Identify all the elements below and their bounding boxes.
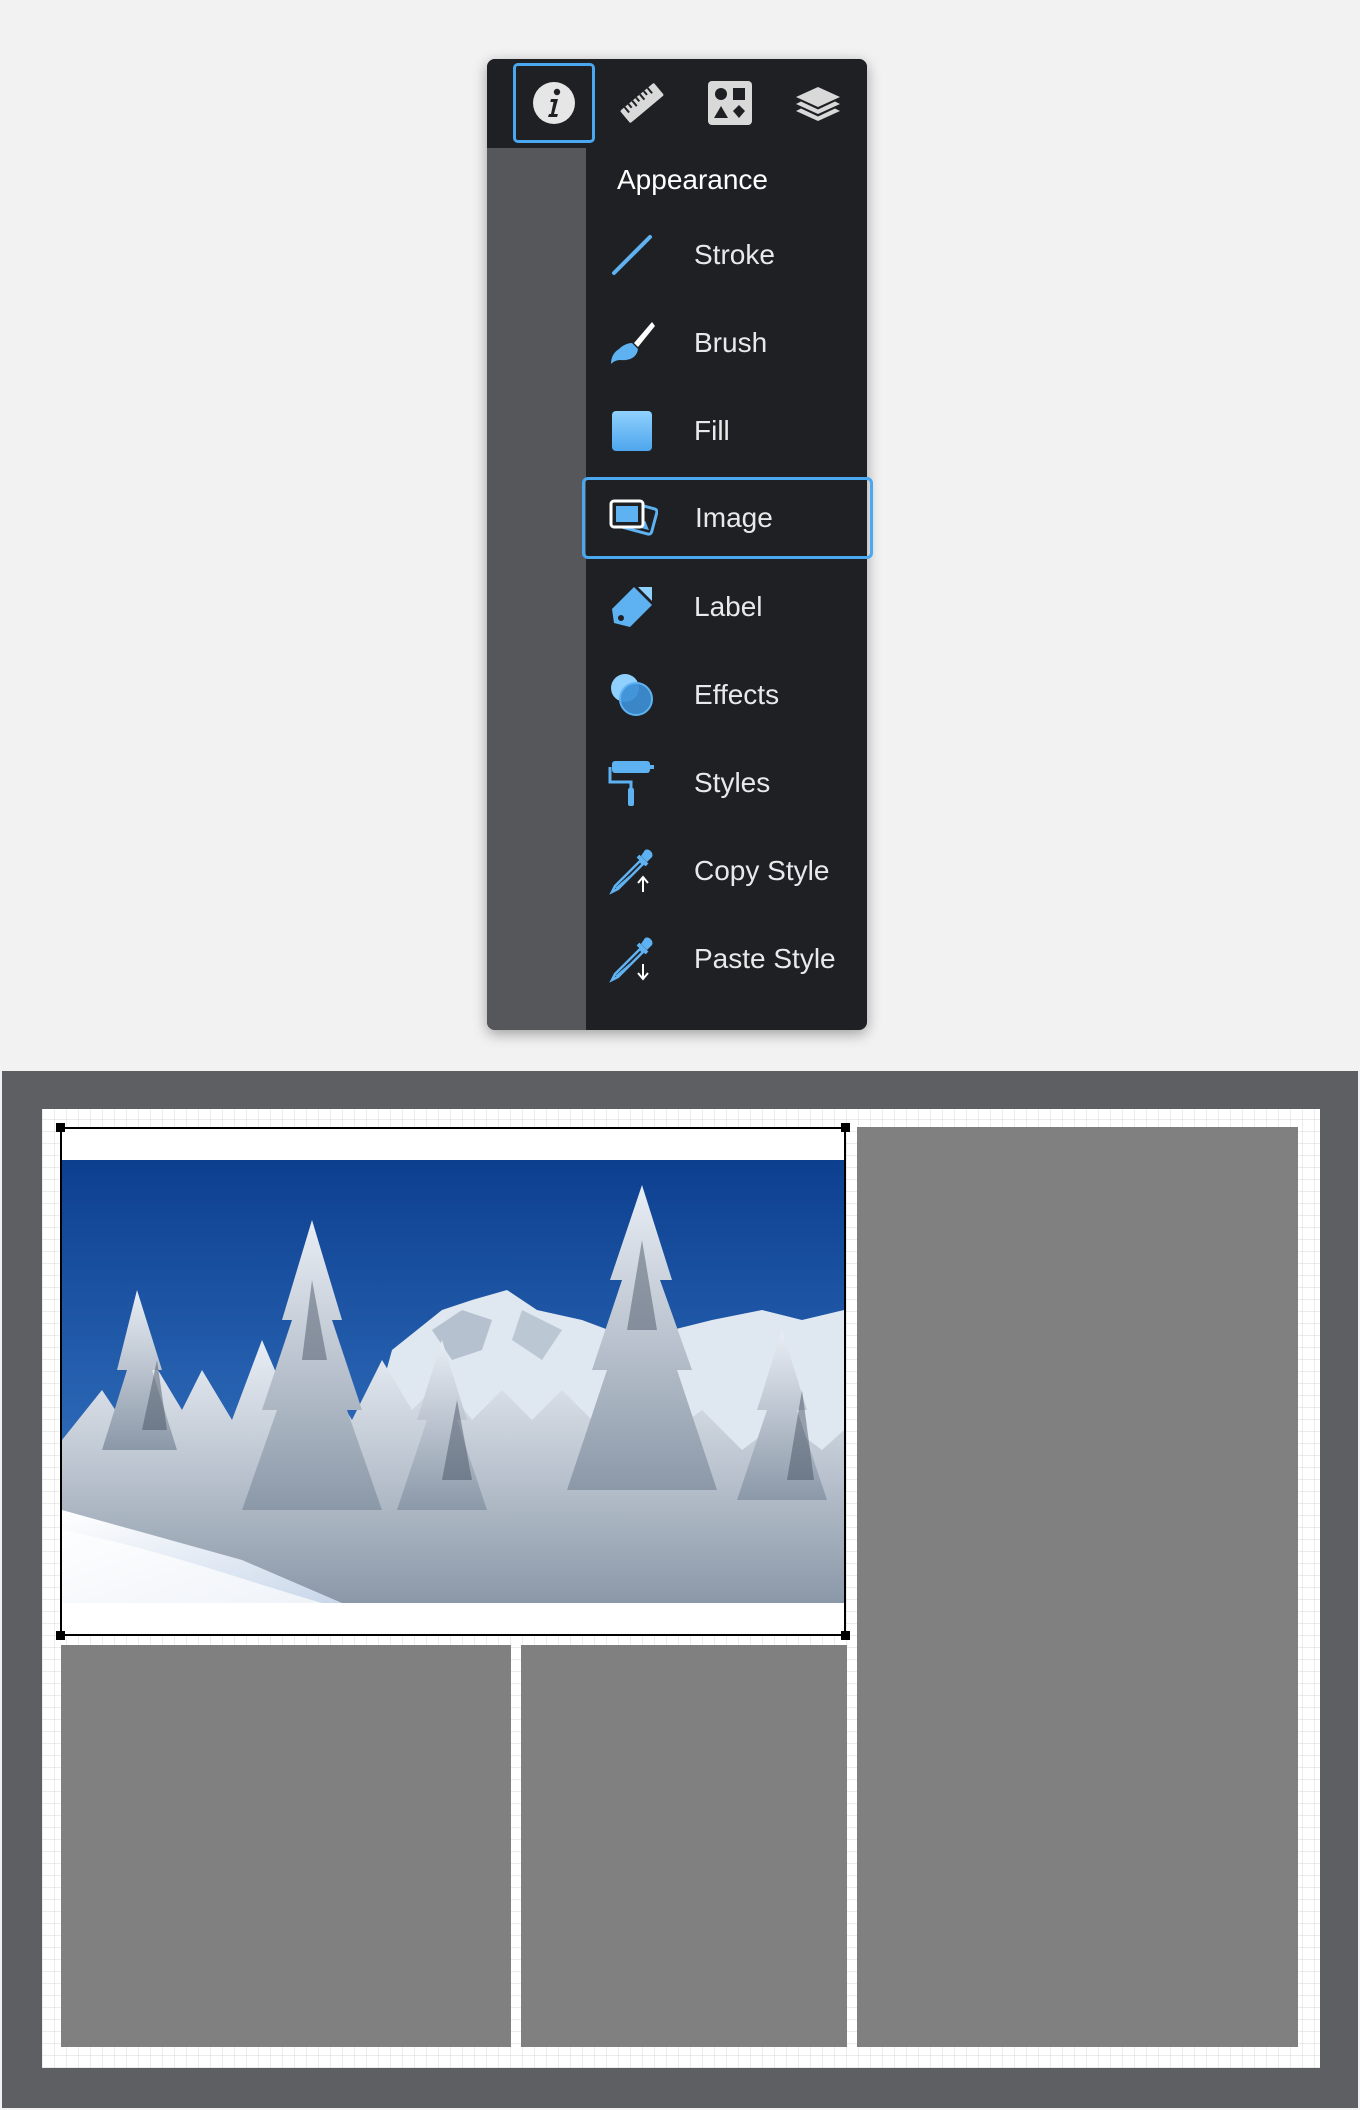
menu-item-styles[interactable]: Styles	[586, 740, 867, 826]
image-frame[interactable]	[56, 1123, 850, 1640]
selection-handle-top-left[interactable]	[56, 1123, 65, 1132]
menu-item-copy-style[interactable]: Copy Style	[586, 828, 867, 914]
copy-style-eyedropper-icon	[606, 845, 658, 897]
menu-item-brush[interactable]: Brush	[586, 300, 867, 386]
label-tag-icon	[606, 581, 658, 633]
menu-item-label: Paste Style	[694, 943, 836, 974]
menu-item-label: Fill	[694, 415, 730, 446]
menu-item-label: Stroke	[694, 239, 775, 270]
document-canvas[interactable]	[2, 1071, 1358, 2108]
menu-item-label-tag[interactable]: Label	[586, 564, 867, 650]
menu-item-effects[interactable]: Effects	[586, 652, 867, 738]
appearance-menu: Appearance Stroke Brush Fill Image Label…	[487, 59, 873, 1030]
brush-icon	[606, 317, 658, 369]
menu-item-label: Label	[694, 591, 763, 622]
image-icon	[607, 492, 659, 544]
menu-item-label: Brush	[694, 327, 768, 358]
empty-frame-bottom-middle[interactable]	[521, 1645, 847, 2047]
fill-icon	[606, 405, 658, 457]
selection-handle-top-right[interactable]	[841, 1123, 850, 1132]
stroke-icon	[606, 229, 658, 281]
effects-icon	[606, 669, 658, 721]
empty-frame-bottom-left[interactable]	[61, 1645, 511, 2047]
paste-style-eyedropper-icon	[606, 933, 658, 985]
menu-item-label: Effects	[694, 679, 780, 710]
paint-roller-icon	[606, 757, 658, 809]
menu-item-label: Copy Style	[694, 855, 830, 886]
selection-handle-bottom-right[interactable]	[841, 1631, 850, 1640]
menu-item-image[interactable]: Image	[582, 477, 873, 559]
empty-frame-right[interactable]	[857, 1127, 1298, 2047]
menu-item-paste-style[interactable]: Paste Style	[586, 916, 867, 1002]
menu-item-label: Styles	[694, 767, 771, 798]
snowy-mountain-photo	[62, 1160, 844, 1603]
menu-item-stroke[interactable]: Stroke	[586, 212, 867, 298]
menu-item-fill[interactable]: Fill	[586, 388, 867, 474]
layout-page[interactable]	[42, 1109, 1320, 2068]
selection-handle-bottom-left[interactable]	[56, 1631, 65, 1640]
menu-item-label: Image	[695, 502, 773, 533]
section-title: Appearance	[617, 164, 769, 195]
